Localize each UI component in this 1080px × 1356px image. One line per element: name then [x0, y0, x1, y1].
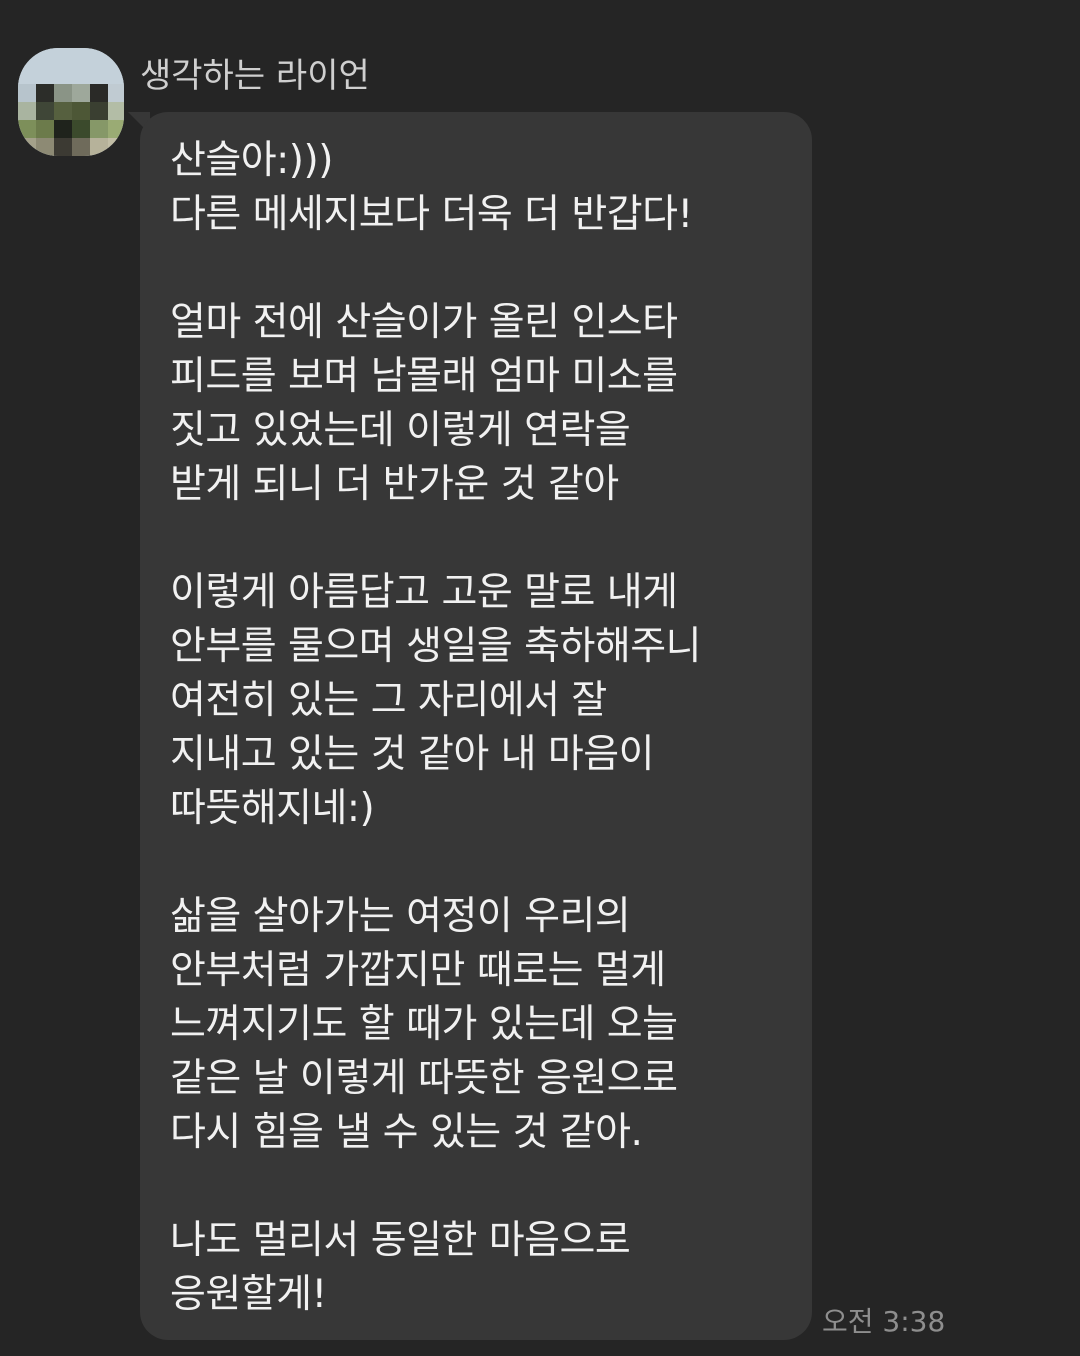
- message-bubble[interactable]: 산슬아:))) 다른 메세지보다 더욱 더 반갑다! 얼마 전에 산슬이가 올린…: [140, 112, 812, 1340]
- message-line: 같은 날 이렇게 따뜻한 응원으로: [170, 1056, 678, 1101]
- message-line: 산슬아:))): [170, 138, 333, 183]
- message-line: 나도 멀리서 동일한 마음으로: [170, 1218, 631, 1263]
- message-line: 안부를 물으며 생일을 축하해주니: [170, 624, 702, 669]
- message-line: 짓고 있었는데 이렇게 연락을: [170, 408, 631, 453]
- sender-name: 생각하는 라이언: [140, 56, 370, 96]
- message-line: 안부처럼 가깝지만 때로는 멀게: [170, 948, 666, 993]
- message-line: 피드를 보며 남몰래 엄마 미소를: [170, 354, 678, 399]
- message-line: 얼마 전에 산슬이가 올린 인스타: [170, 300, 678, 345]
- message-line: 느껴지기도 할 때가 있는데 오늘: [170, 1002, 678, 1047]
- chat-screen: 생각하는 라이언 산슬아:))) 다른 메세지보다 더욱 더 반갑다! 얼마 전…: [0, 0, 1080, 1356]
- message-line: 다시 힘을 낼 수 있는 것 같아.: [170, 1110, 643, 1155]
- message-line: 응원할게!: [170, 1272, 327, 1317]
- message-line: 받게 되니 더 반가운 것 같아: [170, 462, 619, 507]
- message-line: 지내고 있는 것 같아 내 마음이: [170, 732, 655, 777]
- message-line: 다른 메세지보다 더욱 더 반갑다!: [170, 192, 693, 237]
- message-line: 따뜻해지네:): [170, 786, 375, 831]
- message-line: 삶을 살아가는 여정이 우리의: [170, 894, 631, 939]
- message-line: 이렇게 아름답고 고운 말로 내게: [170, 570, 678, 615]
- message-line: 여전히 있는 그 자리에서 잘: [170, 678, 607, 723]
- message-timestamp: 오전 3:38: [822, 1305, 946, 1338]
- message-text: 산슬아:))) 다른 메세지보다 더욱 더 반갑다! 얼마 전에 산슬이가 올린…: [170, 134, 792, 1322]
- sender-avatar[interactable]: [18, 48, 124, 156]
